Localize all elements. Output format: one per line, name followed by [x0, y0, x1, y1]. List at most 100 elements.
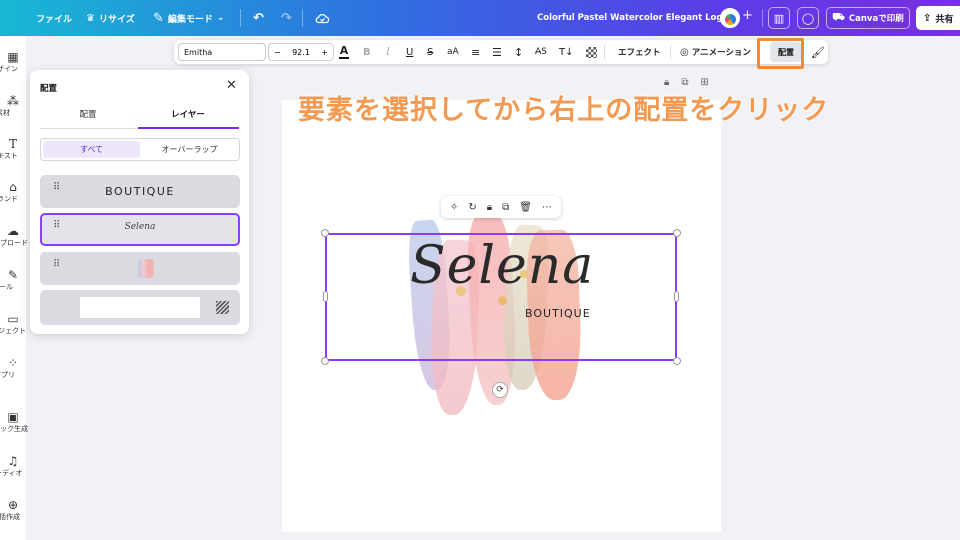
rail-item-text[interactable]: T テキスト [0, 137, 26, 161]
text-style-icon: A̶S [535, 47, 547, 57]
rail-item-audio[interactable]: ♫ オーディオ [0, 454, 26, 478]
avatar[interactable] [720, 8, 740, 28]
close-panel-button[interactable]: ✕ [226, 78, 237, 93]
strikethrough-button[interactable]: S [427, 40, 433, 64]
active-tab-indicator [138, 127, 239, 129]
segment-overlap[interactable]: オーバーラップ [141, 141, 238, 158]
resize-handle-bottom-right[interactable] [673, 357, 681, 365]
tutorial-annotation: 要素を選択してから右上の配置をクリック [298, 95, 830, 126]
animate-button[interactable]: ◎ アニメーション [680, 40, 751, 64]
print-with-canva-button[interactable]: ⛟ Canvaで印刷 [826, 7, 910, 29]
add-collaborator-button[interactable]: + [742, 8, 753, 23]
comments-button[interactable]: ◯ [797, 7, 819, 29]
text-toolbar: Emitha − 92.1 + A B I U S aA ≡ ☰ ↕ A̶S T… [174, 40, 828, 64]
undo-button[interactable]: ↶ [253, 0, 264, 36]
font-size-value[interactable]: 92.1 [292, 48, 310, 57]
list-button[interactable]: ☰ [492, 40, 502, 64]
layer-row[interactable] [40, 290, 240, 325]
bold-button[interactable]: B [363, 40, 371, 64]
resize-handle-bottom-left[interactable] [321, 357, 329, 365]
rail-item-draw[interactable]: ✎ ツール [0, 268, 26, 292]
resize-handle-top-left[interactable] [321, 229, 329, 237]
rail-label: テキスト [0, 152, 18, 160]
text-color-button[interactable]: A [339, 40, 349, 64]
increase-font-size-button[interactable]: + [321, 48, 328, 57]
rail-label: デザイン [0, 65, 18, 73]
transparency-button[interactable] [586, 40, 597, 64]
text-style-button[interactable]: A̶S [535, 40, 547, 64]
duplicate-icon[interactable]: ⧉ [502, 202, 509, 213]
apps-icon: ⁘ [7, 356, 19, 370]
strikethrough-icon: S [427, 46, 434, 58]
comment-add-icon[interactable]: ↻ [468, 202, 476, 213]
resize-label: リサイズ [98, 14, 135, 25]
lock-icon[interactable]: 🔒︎ [487, 202, 492, 213]
rail-item-magic-media[interactable]: ▣ マジック生成 [0, 410, 28, 434]
layer-thumbnail [80, 297, 200, 318]
copy-style-button[interactable]: 🖌 [811, 40, 825, 64]
resize-handle-right[interactable] [674, 291, 679, 302]
pencil-icon: ✎ [153, 10, 164, 26]
file-menu[interactable]: ファイル [36, 0, 72, 36]
divider [302, 9, 303, 27]
duplicate-page-icon[interactable]: ⧉ [681, 77, 688, 88]
spacing-button[interactable]: ↕ [514, 40, 523, 64]
insights-button[interactable]: ▥ [768, 7, 790, 29]
rail-item-projects[interactable]: ▭ プロジェクト [0, 312, 26, 336]
trash-icon[interactable]: 🗑︎ [519, 202, 532, 213]
rail-item-upload[interactable]: ☁ アップロード [0, 224, 28, 248]
panel-title: 配置 [40, 84, 58, 94]
rotate-handle[interactable]: ⟳ [492, 382, 508, 398]
document-title[interactable]: Colorful Pastel Watercolor Elegant Logo [537, 0, 728, 36]
selection-box[interactable] [325, 233, 677, 361]
layer-row[interactable]: ⠿ [40, 252, 240, 285]
more-icon[interactable]: ⋯ [542, 202, 552, 213]
layer-row[interactable]: ⠿ Selena [40, 213, 240, 246]
drag-handle-icon[interactable]: ⠿ [53, 260, 60, 270]
decrease-font-size-button[interactable]: − [274, 48, 281, 57]
font-selector[interactable]: Emitha [178, 43, 266, 61]
crown-icon: ♛ [86, 12, 95, 24]
rail-label: 一括作成 [0, 513, 20, 521]
underline-button[interactable]: U [406, 40, 413, 64]
redo-button[interactable]: ↷ [281, 0, 292, 36]
redo-icon: ↷ [281, 10, 292, 26]
lock-icon[interactable]: 🔒︎ [664, 77, 669, 88]
vertical-text-button[interactable]: T↓ [559, 40, 574, 64]
rail-item-bulk-create[interactable]: ⊕ 一括作成 [0, 498, 26, 522]
resize-handle-left[interactable] [323, 291, 328, 302]
magic-media-icon: ▣ [7, 410, 19, 424]
animation-label: アニメーション [691, 48, 751, 58]
chevron-down-icon: ⌄ [216, 13, 225, 23]
rail-label: プロジェクト [0, 327, 26, 335]
layer-row[interactable]: ⠿ BOUTIQUE [40, 175, 240, 208]
rail-label: ツール [0, 283, 13, 291]
rail-item-design[interactable]: ▦ デザイン [0, 50, 26, 74]
magic-edit-icon[interactable]: ✧ [450, 202, 458, 213]
share-button[interactable]: ⇪ 共有 [916, 6, 960, 30]
rail-item-elements[interactable]: ⁂ 素材 [0, 94, 26, 118]
rail-label: オーディオ [0, 469, 23, 477]
letter-case-button[interactable]: aA [447, 40, 459, 64]
cloud-save-status[interactable] [315, 0, 330, 36]
rail-item-brand[interactable]: ⌂ ブランド [0, 180, 26, 204]
effects-label: エフェクト [618, 48, 661, 58]
rail-label: ブランド [0, 195, 18, 203]
animation-icon: ◎ [680, 46, 689, 58]
italic-button[interactable]: I [386, 40, 390, 64]
segment-all[interactable]: すべて [43, 141, 140, 158]
text-icon: T [8, 137, 17, 151]
page-actions: 🔒︎ ⧉ ⊞ [664, 77, 709, 88]
line-spacing-icon: ↕ [514, 45, 524, 59]
top-bar: ファイル ♛ リサイズ ✎ 編集モード ⌄ ↶ ↷ Colorful Paste… [0, 0, 960, 36]
tab-layers[interactable]: レイヤー [138, 108, 238, 120]
tab-arrange[interactable]: 配置 [38, 108, 138, 120]
resize-handle-top-right[interactable] [673, 229, 681, 237]
rail-item-apps[interactable]: ⁘ アプリ [0, 356, 26, 380]
edit-mode-dropdown[interactable]: ✎ 編集モード ⌄ [153, 0, 224, 36]
add-page-icon[interactable]: ⊞ [700, 77, 708, 88]
resize-button[interactable]: ♛ リサイズ [86, 0, 135, 36]
effects-button[interactable]: エフェクト [618, 40, 661, 64]
font-size-stepper[interactable]: − 92.1 + [268, 43, 334, 61]
align-button[interactable]: ≡ [471, 40, 480, 64]
